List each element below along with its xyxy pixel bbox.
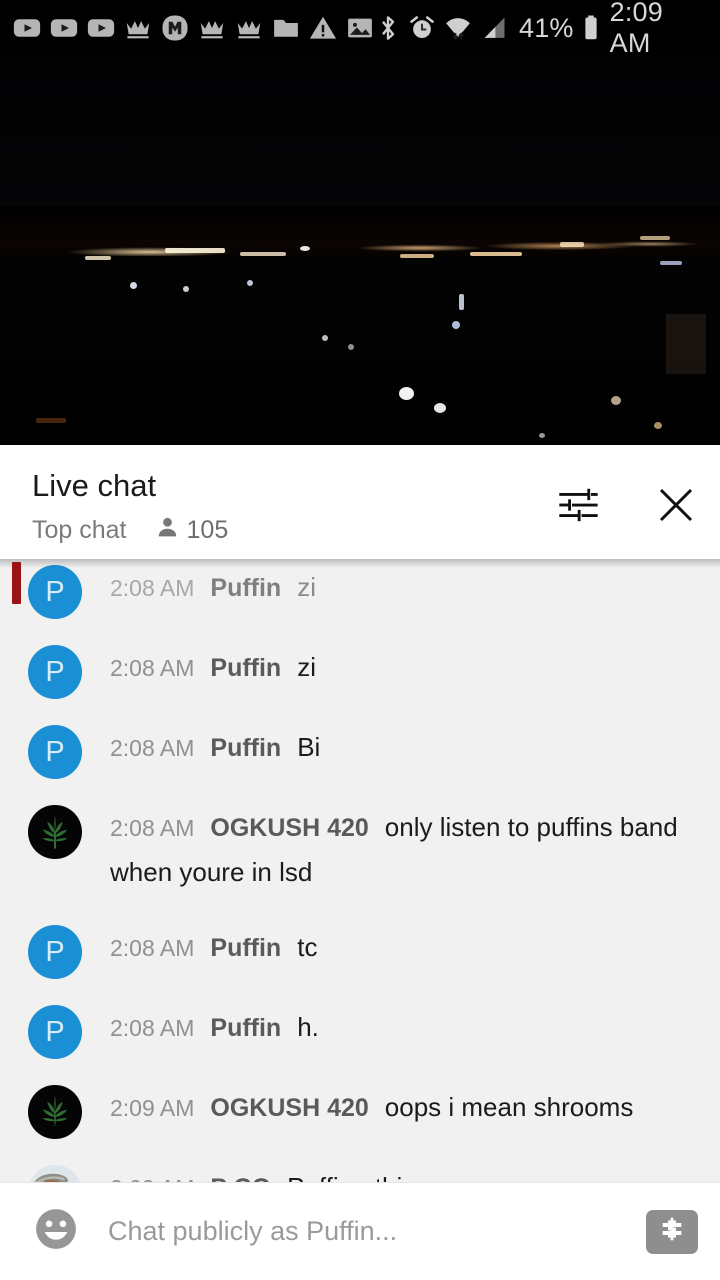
- superchat-button[interactable]: [646, 1209, 698, 1254]
- status-bar-notification-icons: [12, 13, 375, 43]
- message-timestamp: 2:08 AM: [110, 575, 195, 601]
- live-chat-header: Live chat Top chat 105: [0, 447, 720, 559]
- chat-scrollbar-thumb[interactable]: [12, 562, 21, 604]
- message-timestamp: 2:08 AM: [110, 735, 195, 761]
- battery-icon: [581, 13, 601, 43]
- chat-message-row[interactable]: P 2:08 AM Puffin Bi: [0, 723, 720, 803]
- warning-triangle-icon: [308, 13, 338, 43]
- message-text: h.: [297, 1012, 319, 1042]
- message-timestamp: 2:09 AM: [110, 1175, 194, 1182]
- message-timestamp: 2:08 AM: [110, 655, 195, 681]
- bluetooth-icon: [375, 13, 401, 43]
- message-author[interactable]: Puffin: [210, 734, 281, 762]
- status-bar-system-icons: 41% 2:09 AM: [375, 0, 710, 59]
- crown-icon: [234, 13, 264, 43]
- message-timestamp: 2:08 AM: [110, 935, 195, 961]
- message-author[interactable]: Puffin: [210, 574, 281, 602]
- message-text: Puffing thing: [287, 1172, 431, 1182]
- chat-message-body: 2:08 AM OGKUSH 420 only listen to puffins …: [110, 803, 706, 899]
- message-author[interactable]: Puffin: [210, 654, 281, 682]
- avatar: [28, 1165, 82, 1182]
- crown-icon: [123, 13, 153, 43]
- chat-settings-button[interactable]: [552, 479, 604, 531]
- avatar: P: [28, 645, 82, 699]
- chat-header-titles: Live chat Top chat 105: [32, 468, 228, 545]
- monster-m-icon: [160, 13, 190, 43]
- chat-mode-label[interactable]: Top chat: [32, 516, 127, 545]
- foreground-buildings: [0, 256, 720, 445]
- clock-label: 2:09 AM: [609, 0, 663, 58]
- night-sky: [0, 56, 720, 206]
- chat-message-row[interactable]: 2:09 AM OGKUSH 420 oops i mean shrooms: [0, 1083, 720, 1163]
- status-bar: 41% 2:09 AM: [0, 0, 720, 59]
- avatar: [28, 1085, 82, 1139]
- chat-message-body: 2:09 AM OGKUSH 420 oops i mean shrooms: [110, 1083, 633, 1134]
- avatar: P: [28, 925, 82, 979]
- user-photo-avatar: [28, 1165, 82, 1182]
- message-text: oops i mean shrooms: [384, 1092, 634, 1122]
- emoji-smiley-icon: [30, 1203, 82, 1260]
- message-text: zi: [297, 652, 316, 682]
- chat-message-row[interactable]: 2:09 AM P CO Puffing thing: [0, 1163, 720, 1182]
- emoji-picker-button[interactable]: [28, 1204, 84, 1260]
- chat-input[interactable]: [108, 1216, 634, 1247]
- video-player[interactable]: [0, 56, 720, 445]
- photo-icon: [345, 13, 375, 43]
- message-timestamp: 2:08 AM: [110, 815, 195, 841]
- person-icon: [155, 515, 180, 545]
- avatar: P: [28, 1005, 82, 1059]
- folder-icon: [271, 13, 301, 43]
- viewer-count: 105: [155, 515, 229, 545]
- crown-icon: [197, 13, 227, 43]
- message-timestamp: 2:08 AM: [110, 1015, 195, 1041]
- chat-message-body: 2:09 AM P CO Puffing thing: [110, 1163, 431, 1182]
- message-text: only listen to puffins band when youre i…: [110, 812, 678, 887]
- avatar: P: [28, 725, 82, 779]
- alarm-clock-icon: [408, 13, 436, 43]
- avatar: [28, 805, 82, 859]
- close-chat-button[interactable]: [650, 479, 702, 531]
- chat-message-body: 2:08 AM Puffin zi: [110, 643, 316, 694]
- cannabis-leaf-icon: [42, 1095, 68, 1127]
- chat-message-row[interactable]: P 2:08 AM Puffin zi: [0, 643, 720, 723]
- message-text: Bi: [297, 732, 321, 762]
- chat-message-list[interactable]: P 2:08 AM Puffin zi P 2:08 AM Puffin zi P 2:…: [0, 559, 720, 1182]
- message-text: zi: [297, 572, 316, 602]
- youtube-icon: [86, 13, 116, 43]
- chat-message-body: 2:08 AM Puffin zi: [110, 563, 316, 614]
- message-author[interactable]: OGKUSH 420: [210, 814, 368, 842]
- signal-bars-icon: [480, 13, 508, 43]
- chat-message-row[interactable]: P 2:08 AM Puffin tc: [0, 923, 720, 1003]
- chat-input-bar: [0, 1182, 720, 1280]
- page-title: Live chat: [32, 468, 157, 503]
- message-author[interactable]: P CO: [210, 1174, 271, 1182]
- wifi-transfer-icon: [443, 13, 473, 43]
- chat-message-body: 2:08 AM Puffin Bi: [110, 723, 320, 774]
- chat-message-body: 2:08 AM Puffin h.: [110, 1003, 319, 1054]
- message-author[interactable]: Puffin: [210, 1014, 281, 1042]
- cannabis-leaf-icon: [42, 815, 68, 849]
- message-author[interactable]: OGKUSH 420: [210, 1094, 368, 1122]
- dollar-superchat-icon: [656, 1213, 688, 1250]
- chat-message-row[interactable]: P 2:08 AM Puffin h.: [0, 1003, 720, 1083]
- message-author[interactable]: Puffin: [210, 934, 281, 962]
- youtube-icon: [49, 13, 79, 43]
- chat-header-subtitle: Top chat 105: [32, 515, 228, 545]
- youtube-icon: [12, 13, 42, 43]
- avatar: P: [28, 565, 82, 619]
- chat-message-row[interactable]: P 2:08 AM Puffin zi: [0, 563, 720, 643]
- message-text: tc: [297, 932, 318, 962]
- viewer-count-label: 105: [186, 515, 229, 544]
- chat-message-row[interactable]: 2:08 AM OGKUSH 420 only listen to puffins …: [0, 803, 720, 923]
- chat-message-body: 2:08 AM Puffin tc: [110, 923, 317, 974]
- chat-header-actions: [552, 469, 702, 531]
- message-timestamp: 2:09 AM: [110, 1095, 195, 1121]
- battery-percent-label: 41%: [519, 12, 574, 43]
